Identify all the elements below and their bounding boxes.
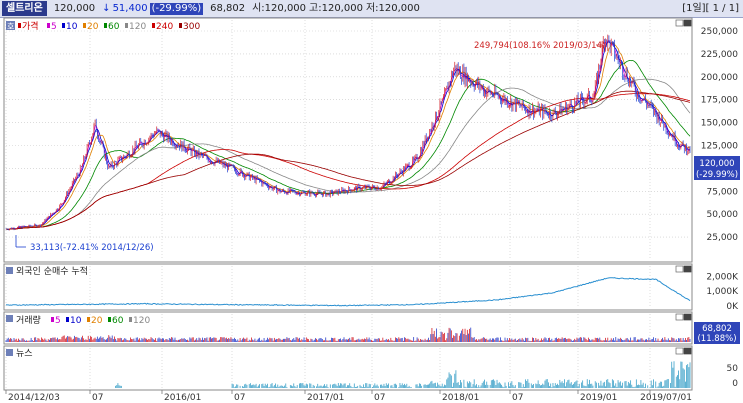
current-price-tag-value: 120,000 [699,159,734,169]
price-tick-label: 50,000 [707,210,739,220]
price-panel[interactable] [3,17,693,263]
panel-maximize-button[interactable] [683,313,692,321]
news-panel-badge[interactable] [6,349,13,356]
x-tick-label: 2019/01 [580,393,617,403]
panel-maximize-button[interactable] [683,19,692,27]
x-tick-label: 07 [234,393,245,403]
current-price-tag-pct: (-29.99%) [696,170,738,180]
foreign-panel[interactable] [3,263,693,311]
legend-label: 10 [66,22,78,32]
legend-label: 20 [87,22,99,32]
legend-swatch [62,23,65,28]
price-tick-label: 225,000 [701,50,738,60]
volume-legend-label: 10 [70,316,82,326]
x-tick-label: 2016/01 [164,393,201,403]
price-tick-label: 200,000 [701,73,738,83]
legend-swatch [47,23,50,28]
news-panel[interactable] [3,345,693,391]
volume-panel[interactable] [3,311,693,345]
legend-label: 120 [129,22,146,32]
legend-label: 60 [108,22,120,32]
news-panel-title: 뉴스 [16,348,33,359]
foreign-tick-label: 0K [726,302,739,312]
news-tick-label: 0 [732,379,738,389]
volume-legend-label: 5 [55,316,61,326]
volume-panel-badge[interactable] [6,315,13,322]
legend-label: 240 [156,22,173,32]
volume-tag-value: 68,802 [702,324,732,334]
x-tick-label: 2017/01 [307,393,344,403]
news-tick-label: 50 [727,364,739,374]
panel-minimize-button[interactable] [675,313,684,321]
panel-maximize-button[interactable] [683,265,692,273]
price-tick-label: 250,000 [701,27,738,37]
foreign-tick-label: 2,000K [706,272,739,282]
legend-swatch [125,23,128,28]
volume-legend-label: 20 [91,316,103,326]
foreign-tick-label: 1,000K [706,287,739,297]
legend-swatch [108,317,111,322]
foreign-y-axis: 2,000K 1,000K 0K [706,272,739,312]
x-tick-label: 2018/01 [442,393,479,403]
legend-swatch [104,23,107,28]
legend-swatch [18,23,21,28]
price-tick-label: 25,000 [707,233,739,243]
x-tick-label: 2014/12/03 [8,393,60,403]
price-y-axis: 250,000 225,000 200,000 175,000 150,000 125,0… [701,27,738,243]
price-tick-label: 150,000 [701,119,738,129]
volume-tag-pct: (11.88%) [697,334,736,344]
min-price-annotation: 33,113(-72.41% 2014/12/26) [30,243,154,253]
legend-label: 가격 [22,20,39,32]
x-tick-label: 2019/07/01 [640,393,692,403]
legend-label: 5 [51,22,57,32]
legend-swatch [129,317,132,322]
panel-minimize-button[interactable] [675,265,684,273]
legend-swatch [83,23,86,28]
legend-swatch [66,317,69,322]
panel-maximize-button[interactable] [683,347,692,355]
date-x-axis: 2014/12/03 07 2016/01 07 2017/01 07 2018/01 07 2… [5,390,692,403]
foreign-panel-badge[interactable] [6,267,13,274]
panel-minimize-button[interactable] [675,347,684,355]
volume-legend-label: 거래량 [16,314,41,326]
max-price-annotation: 249,794(108.16% 2019/03/14) [474,41,605,51]
foreign-panel-title: 외국인 순매수 누적 [16,265,88,277]
legend-swatch [152,23,155,28]
x-tick-label: 07 [512,393,523,403]
x-tick-label: 07 [374,393,385,403]
news-y-axis: 50 0 [727,364,739,389]
volume-legend-label: 60 [112,316,124,326]
volume-legend-label: 120 [133,316,150,326]
stock-chart: 호 가격 5 10 20 60 120 240 300 249,794(108.16% 201… [3,17,740,403]
price-tick-label: 125,000 [701,141,738,151]
legend-swatch [87,317,90,322]
legend-label: 300 [183,22,200,32]
x-tick-label: 07 [92,393,103,403]
price-tick-label: 175,000 [701,96,738,106]
legend-swatch [51,317,54,322]
price-tick-label: 75,000 [707,187,739,197]
panel-minimize-button[interactable] [675,19,684,27]
legend-swatch [179,23,182,28]
panel-badge-label: 호 [7,22,14,31]
